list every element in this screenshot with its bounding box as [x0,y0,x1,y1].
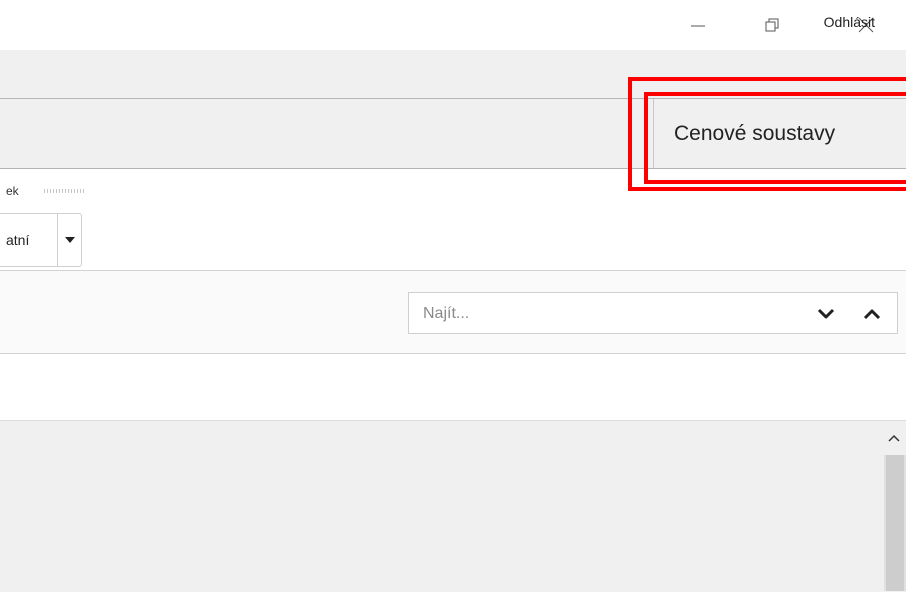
content-panel [0,420,906,592]
restore-icon[interactable] [752,10,792,40]
scroll-up-icon[interactable] [884,428,904,448]
ribbon-group-label: ek [6,184,19,198]
logout-link[interactable]: Odhlásit [824,14,875,30]
search-input[interactable] [409,293,805,335]
tab-label: Cenové soustavy [674,121,836,145]
caret-down-icon[interactable] [62,232,78,248]
chevron-down-icon[interactable] [816,304,836,324]
tab-row: Cenové soustavy [0,99,906,169]
minimize-icon[interactable] [678,10,718,40]
scrollbar-thumb[interactable] [886,455,904,591]
tab-cenove-soustavy[interactable]: Cenové soustavy [653,99,906,168]
dropdown-label[interactable]: atní [6,232,29,248]
chevron-up-icon[interactable] [862,304,882,324]
dropdown-divider [57,213,58,267]
top-bar [0,50,906,99]
group-separator-dots [44,189,84,193]
